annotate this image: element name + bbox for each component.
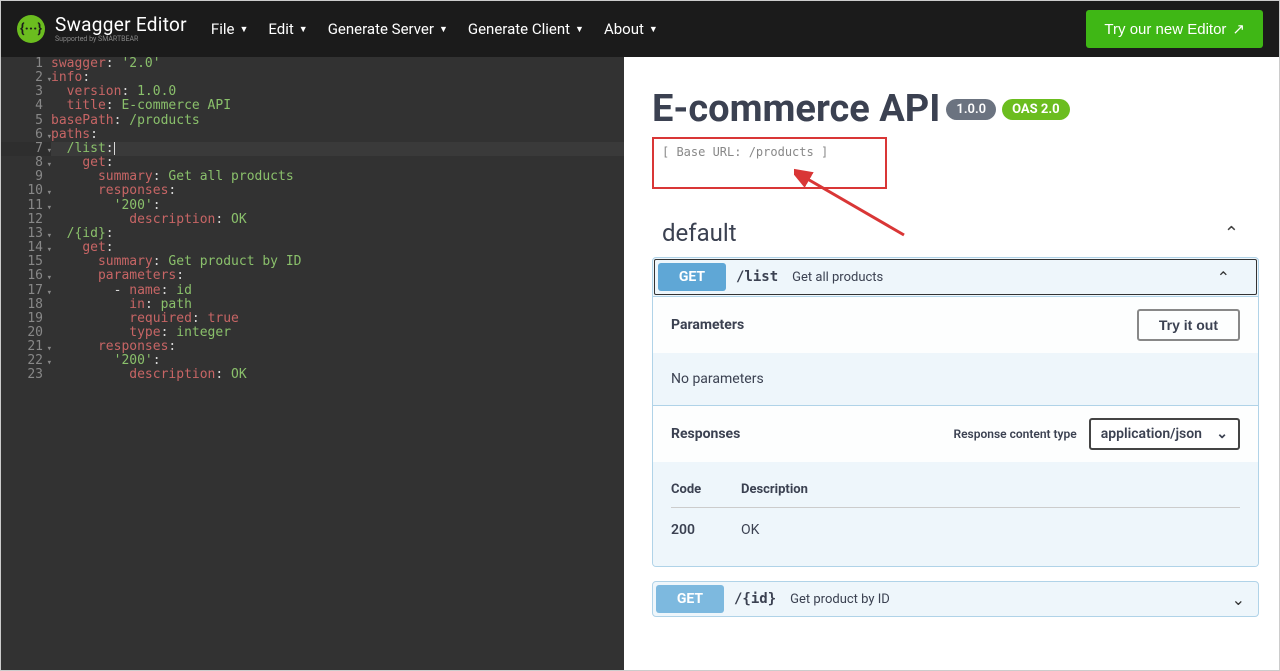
code-line[interactable]: 22▾ '200': bbox=[1, 354, 624, 368]
code-line[interactable]: 8▾ get: bbox=[1, 156, 624, 170]
method-badge: GET bbox=[656, 585, 724, 613]
code-line[interactable]: 10▾ responses: bbox=[1, 184, 624, 198]
topbar: {···} Swagger Editor Supported by SMARTB… bbox=[1, 1, 1279, 57]
code-line[interactable]: 5basePath: /products bbox=[1, 114, 624, 128]
code-line[interactable]: 18 in: path bbox=[1, 298, 624, 312]
code-line[interactable]: 9 summary: Get all products bbox=[1, 170, 624, 184]
content-type-label: Response content type bbox=[953, 427, 1076, 441]
code-line[interactable]: 12 description: OK bbox=[1, 213, 624, 227]
code-line[interactable]: 13▾ /{id}: bbox=[1, 227, 624, 241]
method-badge: GET bbox=[658, 263, 726, 291]
menu-generate-server[interactable]: Generate Server▼ bbox=[328, 20, 448, 38]
operation-header[interactable]: GET /{id} Get product by ID ⌄ bbox=[653, 582, 1258, 616]
responses-table: Code Description 200 OK bbox=[653, 462, 1258, 566]
operation-summary: Get product by ID bbox=[790, 592, 890, 607]
base-url-box: [ Base URL: /products ] bbox=[652, 137, 887, 189]
operation-header[interactable]: GET /list Get all products bbox=[654, 259, 1257, 295]
code-line[interactable]: 17▾ - name: id bbox=[1, 284, 624, 298]
menu-about[interactable]: About▼ bbox=[604, 20, 658, 38]
logo[interactable]: {···} Swagger Editor Supported by SMARTB… bbox=[17, 15, 187, 43]
oas-badge: OAS 2.0 bbox=[1002, 99, 1070, 120]
operation-path: /list bbox=[736, 269, 778, 285]
try-it-out-button[interactable]: Try it out bbox=[1137, 309, 1240, 341]
swagger-ui-preview[interactable]: E-commerce API 1.0.0 OAS 2.0 [ Base URL:… bbox=[624, 57, 1279, 670]
no-parameters-text: No parameters bbox=[653, 353, 1258, 405]
content-type-select[interactable]: application/json bbox=[1089, 418, 1240, 450]
external-link-icon: ↗ bbox=[1232, 21, 1245, 38]
menu-file[interactable]: File▼ bbox=[211, 20, 248, 38]
main-menu: File▼ Edit▼ Generate Server▼ Generate Cl… bbox=[211, 20, 658, 38]
caret-down-icon: ▼ bbox=[439, 24, 448, 35]
code-line[interactable]: 23 description: OK bbox=[1, 368, 624, 382]
menu-generate-client[interactable]: Generate Client▼ bbox=[468, 20, 584, 38]
version-badge: 1.0.0 bbox=[946, 99, 996, 120]
code-line[interactable]: 6▾paths: bbox=[1, 128, 624, 142]
logo-title: Swagger Editor bbox=[55, 15, 187, 34]
col-code: Code bbox=[671, 472, 741, 508]
tag-section-default[interactable]: default ⌃ bbox=[662, 219, 1271, 247]
col-description: Description bbox=[741, 472, 1240, 508]
operation-get-id: GET /{id} Get product by ID ⌄ bbox=[652, 581, 1259, 617]
code-line[interactable]: 11▾ '200': bbox=[1, 199, 624, 213]
logo-subtitle: Supported by SMARTBEAR bbox=[55, 36, 187, 43]
code-line[interactable]: 15 summary: Get product by ID bbox=[1, 255, 624, 269]
code-line[interactable]: 7▾ /list: bbox=[1, 142, 624, 156]
api-title: E-commerce API bbox=[652, 87, 940, 131]
chevron-up-icon[interactable]: ⌃ bbox=[1217, 268, 1230, 287]
menu-edit[interactable]: Edit▼ bbox=[268, 20, 307, 38]
base-url-text: [ Base URL: /products ] bbox=[662, 145, 877, 159]
operation-get-list: GET /list Get all products ⌃ Parameters … bbox=[652, 257, 1259, 567]
try-new-editor-button[interactable]: Try our new Editor↗ bbox=[1086, 10, 1263, 48]
operation-summary: Get all products bbox=[792, 270, 883, 285]
operation-path: /{id} bbox=[734, 591, 776, 607]
code-line[interactable]: 14▾ get: bbox=[1, 241, 624, 255]
chevron-down-icon[interactable]: ⌄ bbox=[1232, 590, 1245, 609]
caret-down-icon: ▼ bbox=[649, 24, 658, 35]
caret-down-icon: ▼ bbox=[299, 24, 308, 35]
code-line[interactable]: 4 title: E-commerce API bbox=[1, 99, 624, 113]
chevron-up-icon: ⌃ bbox=[1224, 223, 1239, 244]
code-line[interactable]: 3 version: 1.0.0 bbox=[1, 85, 624, 99]
code-line[interactable]: 2▾info: bbox=[1, 71, 624, 85]
responses-heading: Responses bbox=[671, 426, 740, 442]
code-line[interactable]: 19 required: true bbox=[1, 312, 624, 326]
yaml-editor[interactable]: 1swagger: '2.0'2▾info:3 version: 1.0.04 … bbox=[1, 57, 624, 670]
code-line[interactable]: 1swagger: '2.0' bbox=[1, 57, 624, 71]
caret-down-icon: ▼ bbox=[575, 24, 584, 35]
code-line[interactable]: 21▾ responses: bbox=[1, 340, 624, 354]
code-line[interactable]: 16▾ parameters: bbox=[1, 269, 624, 283]
parameters-heading: Parameters bbox=[671, 317, 744, 333]
code-line[interactable]: 20 type: integer bbox=[1, 326, 624, 340]
swagger-logo-icon: {···} bbox=[17, 15, 45, 43]
table-row: 200 OK bbox=[671, 508, 1240, 543]
caret-down-icon: ▼ bbox=[239, 24, 248, 35]
